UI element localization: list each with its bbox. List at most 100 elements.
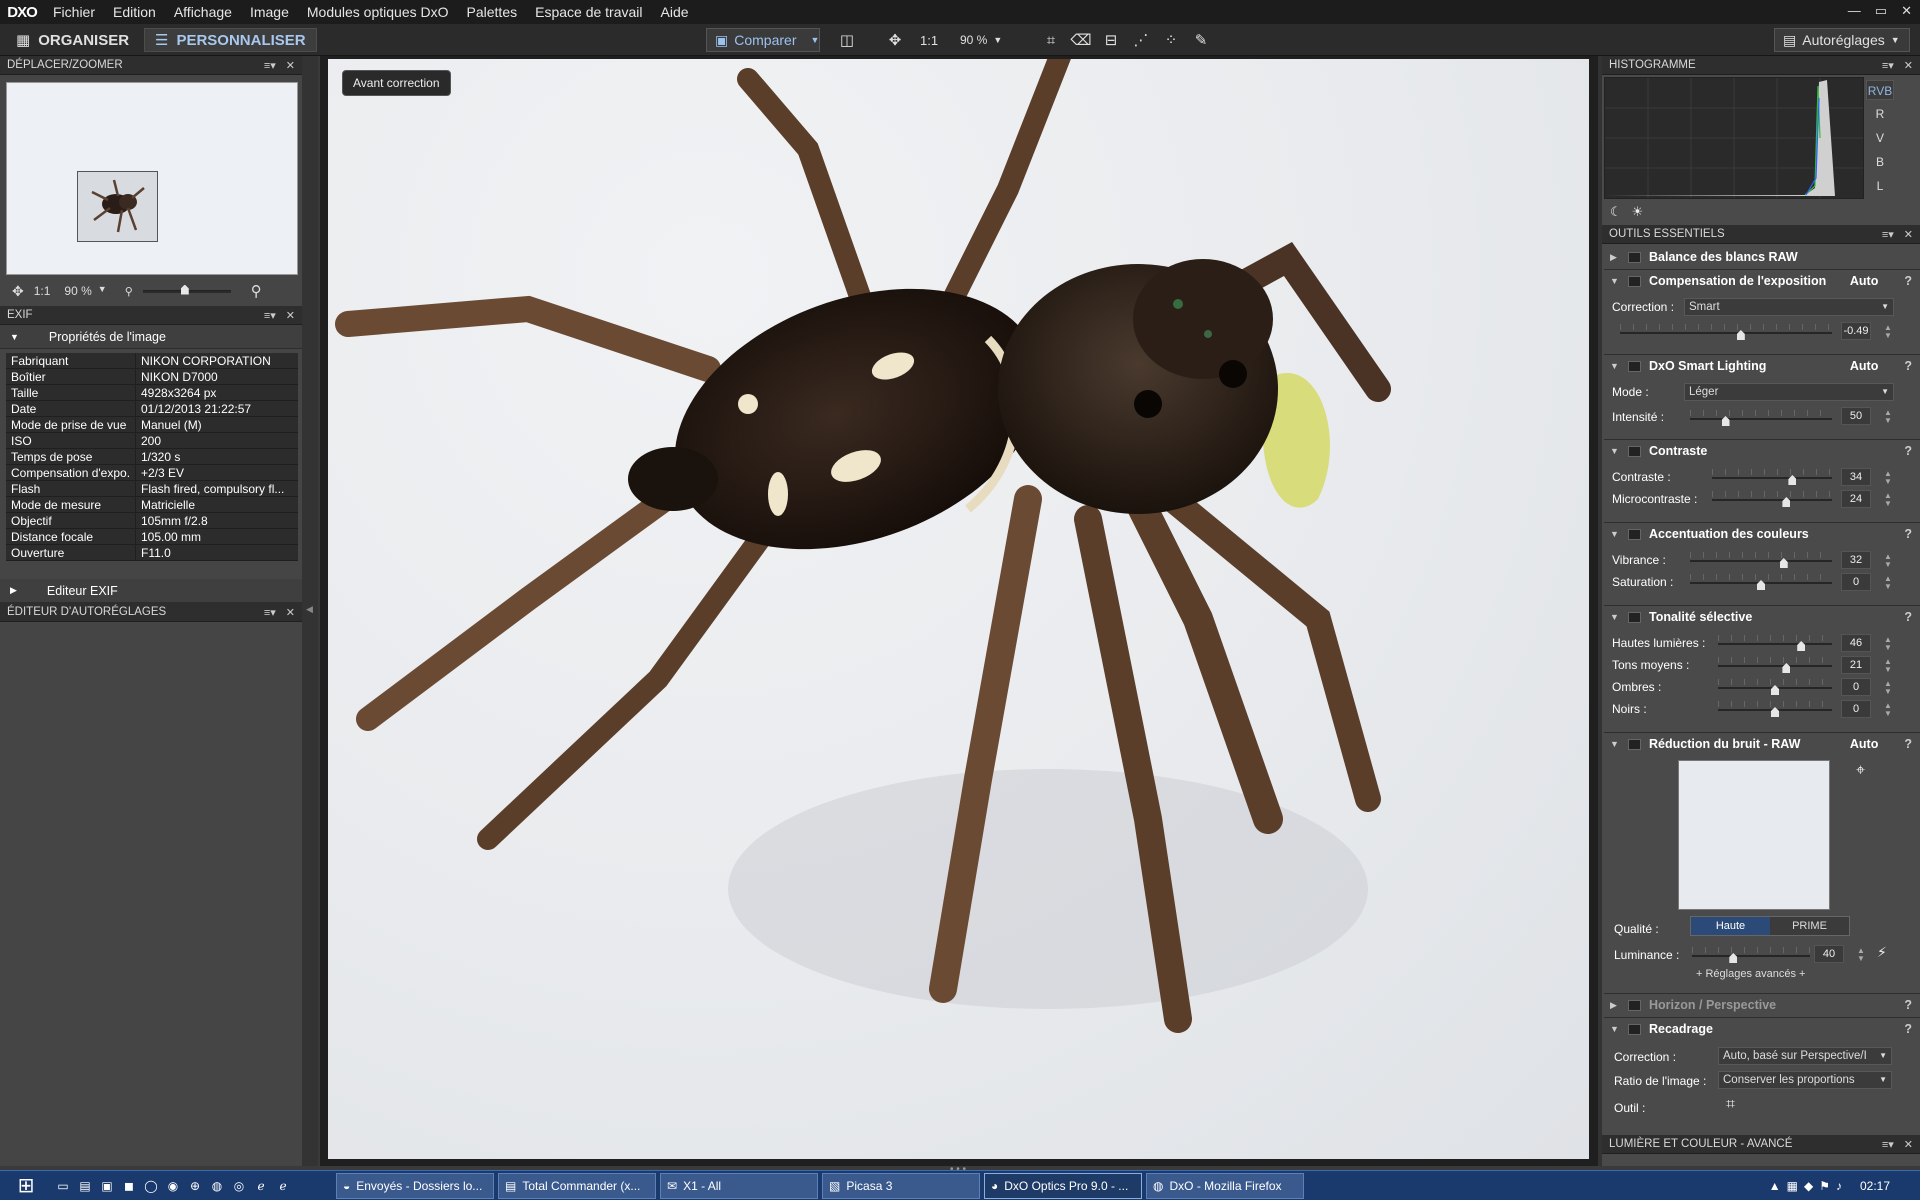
tray-clock[interactable]: 02:17 <box>1860 1179 1890 1193</box>
enable-checkbox[interactable] <box>1628 275 1641 287</box>
menu-aide[interactable]: Aide <box>652 0 698 24</box>
tray-expand-icon[interactable]: ▲ <box>1769 1179 1781 1193</box>
menu-modules-optiques[interactable]: Modules optiques DxO <box>298 0 458 24</box>
tray-app-icon[interactable]: ◆ <box>1804 1179 1813 1193</box>
expo-correction-dropdown[interactable]: Smart <box>1684 298 1894 316</box>
spinner-arrows[interactable]: ▲ ▼ <box>1884 492 1894 508</box>
reglages-avances-link[interactable]: + Réglages avancés + <box>1696 968 1805 980</box>
channel-b[interactable]: B <box>1866 152 1894 172</box>
taskbar-item[interactable]: ◍ DxO - Mozilla Firefox <box>1146 1172 1304 1199</box>
eyedropper-icon[interactable]: ✎ <box>1190 28 1212 52</box>
left-splitter[interactable]: ◀ <box>302 56 318 1166</box>
taskbar-item-active[interactable]: ◕ DxO Optics Pro 9.0 - ... <box>984 1172 1142 1199</box>
close-icon[interactable]: ✕ <box>1904 59 1913 72</box>
quicklaunch-word-icon[interactable]: ▣ <box>96 1175 118 1197</box>
help-icon[interactable]: ? <box>1904 444 1912 458</box>
crop-icon[interactable]: ⌗ <box>1040 28 1062 52</box>
enable-checkbox[interactable] <box>1628 611 1641 623</box>
close-icon[interactable]: ✕ <box>1904 228 1913 241</box>
menu-espace-travail[interactable]: Espace de travail <box>526 0 651 24</box>
tray-network-icon[interactable]: ▦ <box>1787 1179 1798 1193</box>
enable-checkbox[interactable] <box>1628 1023 1641 1035</box>
quicklaunch-ie-icon[interactable]: ℯ <box>250 1175 272 1197</box>
quicklaunch-ie2-icon[interactable]: ℯ <box>272 1175 294 1197</box>
nav-zoom-thumb[interactable] <box>180 284 189 295</box>
microcontraste-slider[interactable] <box>1712 499 1832 501</box>
close-icon[interactable]: ✕ <box>286 606 295 619</box>
nav-zoom-1-1[interactable]: 1:1 <box>34 284 51 298</box>
enable-checkbox[interactable] <box>1628 360 1641 372</box>
auto-button[interactable]: Auto <box>1850 274 1878 288</box>
minimize-button[interactable]: — <box>1848 0 1861 22</box>
help-icon[interactable]: ? <box>1904 610 1912 624</box>
zoom-1-1-button[interactable]: 1:1 <box>920 28 938 52</box>
tool-header[interactable]: ▼ Tonalité sélective? <box>1602 606 1920 628</box>
menu-palettes[interactable]: Palettes <box>458 0 527 24</box>
microcontraste-value[interactable]: 24 <box>1841 490 1871 508</box>
close-icon[interactable]: ✕ <box>286 59 295 72</box>
hautes-lumieres-slider[interactable] <box>1718 643 1832 645</box>
navigator-viewport-rect[interactable] <box>77 171 158 242</box>
horizon-icon[interactable]: ⊟ <box>1100 28 1122 52</box>
quicklaunch-plus-icon[interactable]: ⊕ <box>184 1175 206 1197</box>
channel-l[interactable]: L <box>1866 176 1894 196</box>
tool-header[interactable]: ▼ Réduction du bruit - RAW Auto? <box>1602 733 1920 755</box>
collapse-left-icon[interactable]: ◀ <box>306 604 313 615</box>
zoom-out-icon[interactable]: ⚲ <box>125 285 133 298</box>
quicklaunch-firefox-icon[interactable]: ◍ <box>206 1175 228 1197</box>
main-photo[interactable] <box>328 59 1589 1159</box>
tool-header[interactable]: ▶ Horizon / Perspective? <box>1602 994 1920 1016</box>
panel-menu-icon[interactable]: ≡▾ <box>264 309 276 322</box>
restore-button[interactable]: ▭ <box>1875 0 1887 22</box>
smart-intensity-value[interactable]: 50 <box>1841 407 1871 425</box>
shadow-clipping-icon[interactable]: ☾ <box>1610 204 1622 220</box>
qualite-prime-button[interactable]: PRIME <box>1770 917 1849 935</box>
taskbar-item[interactable]: ✉ X1 - All <box>660 1172 818 1199</box>
panel-menu-icon[interactable]: ≡▾ <box>1882 228 1894 241</box>
help-icon[interactable]: ? <box>1904 1022 1912 1036</box>
nav-zoom-slider[interactable] <box>142 284 231 295</box>
help-icon[interactable]: ? <box>1904 998 1912 1012</box>
zoom-select[interactable]: 90 % ▼ <box>960 28 1002 52</box>
spinner-arrows[interactable]: ▲ ▼ <box>1884 575 1894 591</box>
hautes-lumieres-value[interactable]: 46 <box>1841 634 1871 652</box>
menu-image[interactable]: Image <box>241 0 298 24</box>
close-icon[interactable]: ✕ <box>286 309 295 322</box>
tool-header[interactable]: ▼ Contraste? <box>1602 440 1920 462</box>
quicklaunch-opera-icon[interactable]: ◯ <box>140 1175 162 1197</box>
noise-preview[interactable] <box>1678 760 1830 910</box>
split-view-icon[interactable]: ◫ <box>836 28 858 52</box>
channel-v[interactable]: V <box>1866 128 1894 148</box>
quicklaunch-browser-icon[interactable]: ◎ <box>228 1175 250 1197</box>
start-button[interactable]: ⊞ <box>0 1171 52 1200</box>
exif-editor-section[interactable]: ▶ Editeur EXIF <box>0 579 302 603</box>
contraste-value[interactable]: 34 <box>1841 468 1871 486</box>
perspective-icon[interactable]: ⋰ <box>1130 28 1152 52</box>
image-viewer[interactable] <box>320 56 1598 1166</box>
enable-checkbox[interactable] <box>1628 999 1641 1011</box>
spinner-arrows[interactable]: ▲ ▼ <box>1884 702 1894 718</box>
nav-zoom-select[interactable]: 90 % ▼ <box>64 284 106 298</box>
help-icon[interactable]: ? <box>1904 527 1912 541</box>
panel-menu-icon[interactable]: ≡▾ <box>264 606 276 619</box>
close-window-button[interactable]: ✕ <box>1901 0 1912 22</box>
grid-perspective-icon[interactable]: ⁘ <box>1160 28 1182 52</box>
taskbar-item[interactable]: ▧ Picasa 3 <box>822 1172 980 1199</box>
auto-button[interactable]: Auto <box>1850 359 1878 373</box>
enable-checkbox[interactable] <box>1628 738 1641 750</box>
tool-header[interactable]: ▶ Balance des blancs RAW <box>1602 246 1920 268</box>
enable-checkbox[interactable] <box>1628 251 1641 263</box>
taskbar-item[interactable]: ◒ Envoyés - Dossiers lo... <box>336 1172 494 1199</box>
quicklaunch-app-icon[interactable]: ◼ <box>118 1175 140 1197</box>
exif-properties-section[interactable]: ▼ Propriétés de l'image <box>0 325 302 349</box>
target-icon[interactable]: ⌖ <box>1856 762 1865 780</box>
luminance-slider[interactable] <box>1692 955 1810 957</box>
spinner-arrows[interactable]: ▲ ▼ <box>1884 658 1894 674</box>
noirs-value[interactable]: 0 <box>1841 700 1871 718</box>
saturation-value[interactable]: 0 <box>1841 573 1871 591</box>
highlight-clipping-icon[interactable]: ☀ <box>1632 204 1644 220</box>
personnaliser-tab[interactable]: ☰ PERSONNALISER <box>144 28 317 52</box>
tool-header[interactable]: ▼ Accentuation des couleurs? <box>1602 523 1920 545</box>
crop-tool-icon[interactable]: ⌗ <box>1726 1096 1735 1114</box>
enable-checkbox[interactable] <box>1628 445 1641 457</box>
